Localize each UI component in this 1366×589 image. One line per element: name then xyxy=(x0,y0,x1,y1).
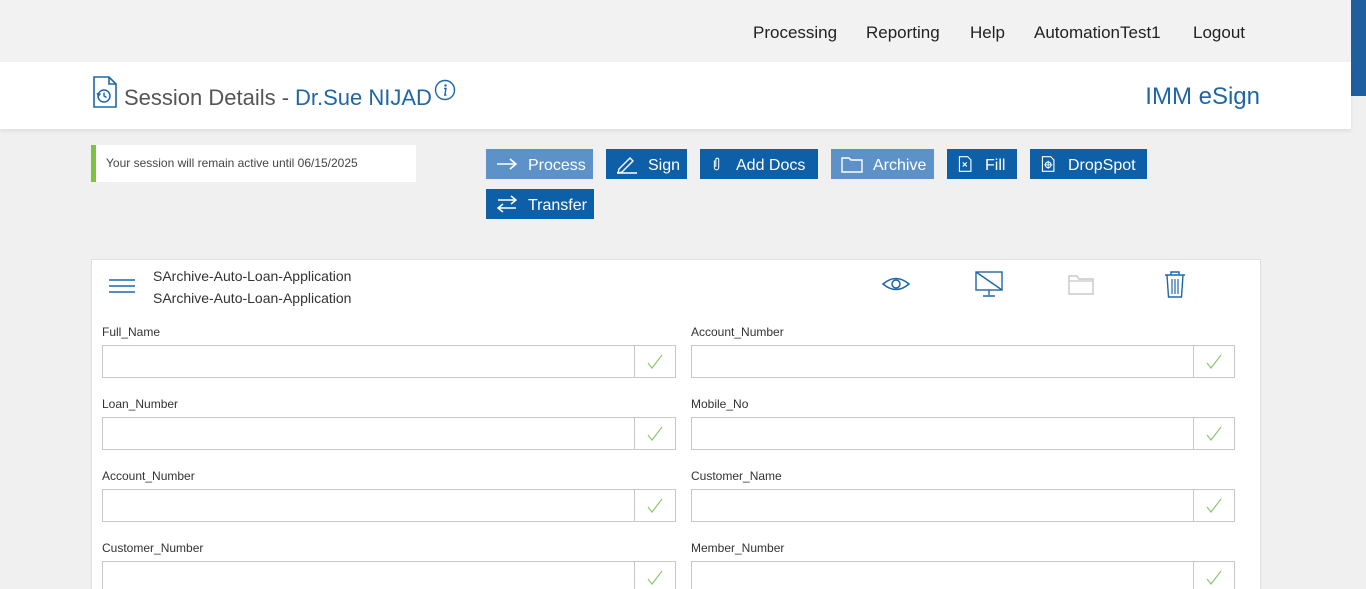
checkmark-icon xyxy=(1206,426,1222,441)
page-header: Session Details - Dr.Sue NIJAD IMM eSign xyxy=(0,62,1351,129)
checkmark-icon xyxy=(647,570,663,585)
dropspot-button-label: DropSpot xyxy=(1068,156,1136,174)
field-label-customer-number: Customer_Number xyxy=(102,541,204,555)
transfer-button-label: Transfer xyxy=(528,196,587,214)
checkmark-icon xyxy=(1206,570,1222,585)
folder-icon[interactable] xyxy=(1066,269,1096,299)
session-notice: Your session will remain active until 06… xyxy=(91,145,416,182)
fill-form-icon xyxy=(958,156,972,172)
field-label-full-name: Full_Name xyxy=(102,325,161,339)
account-number-2-field xyxy=(102,489,676,522)
mobile-no-field xyxy=(691,417,1235,450)
archive-button-label: Archive xyxy=(873,156,927,174)
field-label-customer-name: Customer_Name xyxy=(691,469,782,483)
nav-user-menu[interactable]: AutomationTest1 xyxy=(1034,23,1161,43)
fill-button[interactable]: Fill xyxy=(947,149,1017,179)
member-number-input[interactable] xyxy=(692,562,1194,589)
nav-help[interactable]: Help xyxy=(970,23,1005,43)
checkmark-icon xyxy=(1206,354,1222,369)
checkmark-icon xyxy=(647,354,663,369)
transfer-arrows-icon xyxy=(496,195,518,213)
arrow-right-icon xyxy=(497,158,518,170)
trash-icon[interactable] xyxy=(1160,269,1190,299)
eye-icon[interactable] xyxy=(881,269,911,299)
customer-name-field xyxy=(691,489,1235,522)
transfer-button[interactable]: Transfer xyxy=(486,189,594,219)
checkmark-icon xyxy=(1206,498,1222,513)
mobile-no-input[interactable] xyxy=(692,418,1194,449)
member-number-field xyxy=(691,561,1235,589)
account-number-input[interactable] xyxy=(692,346,1194,377)
scrollbar-thumb[interactable] xyxy=(1351,0,1366,96)
field-label-mobile-no: Mobile_No xyxy=(691,397,749,411)
dropspot-button[interactable]: DropSpot xyxy=(1030,149,1147,179)
document-history-icon xyxy=(93,76,117,108)
document-subname: SArchive-Auto-Loan-Application xyxy=(153,290,352,306)
loan-number-input[interactable] xyxy=(103,418,635,449)
sign-button[interactable]: Sign xyxy=(606,149,687,179)
customer-name-input[interactable] xyxy=(692,490,1194,521)
document-name: SArchive-Auto-Loan-Application xyxy=(153,268,352,284)
folder-icon xyxy=(841,157,863,173)
mobile-no-confirm[interactable] xyxy=(1193,418,1234,449)
checkmark-icon xyxy=(647,498,663,513)
loan-number-confirm[interactable] xyxy=(634,418,675,449)
page-title-label: Session Details - xyxy=(124,85,290,110)
account-number-confirm[interactable] xyxy=(1193,346,1234,377)
process-button[interactable]: Process xyxy=(486,149,593,179)
sign-button-label: Sign xyxy=(648,156,681,174)
dropspot-icon xyxy=(1041,156,1055,172)
customer-number-input[interactable] xyxy=(103,562,635,589)
field-label-loan-number: Loan_Number xyxy=(102,397,179,411)
client-name[interactable]: Dr.Sue NIJAD xyxy=(295,85,432,111)
field-label-member-number: Member_Number xyxy=(691,541,785,555)
nav-processing[interactable]: Processing xyxy=(753,23,837,43)
full-name-input[interactable] xyxy=(103,346,635,377)
info-icon[interactable] xyxy=(434,79,456,101)
add-docs-button-label: Add Docs xyxy=(736,156,806,174)
full-name-field xyxy=(102,345,676,378)
monitor-off-icon[interactable] xyxy=(974,269,1004,299)
account-number-2-input[interactable] xyxy=(103,490,635,521)
field-label-account-number-2: Account_Number xyxy=(102,469,195,483)
nav-logout[interactable]: Logout xyxy=(1193,23,1245,43)
customer-number-field xyxy=(102,561,676,589)
customer-name-confirm[interactable] xyxy=(1193,490,1234,521)
brand-logo-text: IMM eSign xyxy=(1145,83,1260,110)
fill-button-label: Fill xyxy=(985,156,1006,174)
customer-number-confirm[interactable] xyxy=(634,562,675,589)
account-number-field xyxy=(691,345,1235,378)
add-docs-button[interactable]: Add Docs xyxy=(700,149,818,179)
field-label-account-number: Account_Number xyxy=(691,325,784,339)
archive-button[interactable]: Archive xyxy=(831,149,934,179)
nav-reporting[interactable]: Reporting xyxy=(866,23,940,43)
checkmark-icon xyxy=(647,426,663,441)
full-name-confirm[interactable] xyxy=(634,346,675,377)
hamburger-menu-icon[interactable] xyxy=(108,276,136,296)
pen-icon xyxy=(617,157,637,174)
process-button-label: Process xyxy=(528,156,586,174)
top-navigation: Processing Reporting Help AutomationTest… xyxy=(0,0,1366,62)
paperclip-icon xyxy=(713,157,720,171)
account-number-2-confirm[interactable] xyxy=(634,490,675,521)
member-number-confirm[interactable] xyxy=(1193,562,1234,589)
loan-number-field xyxy=(102,417,676,450)
